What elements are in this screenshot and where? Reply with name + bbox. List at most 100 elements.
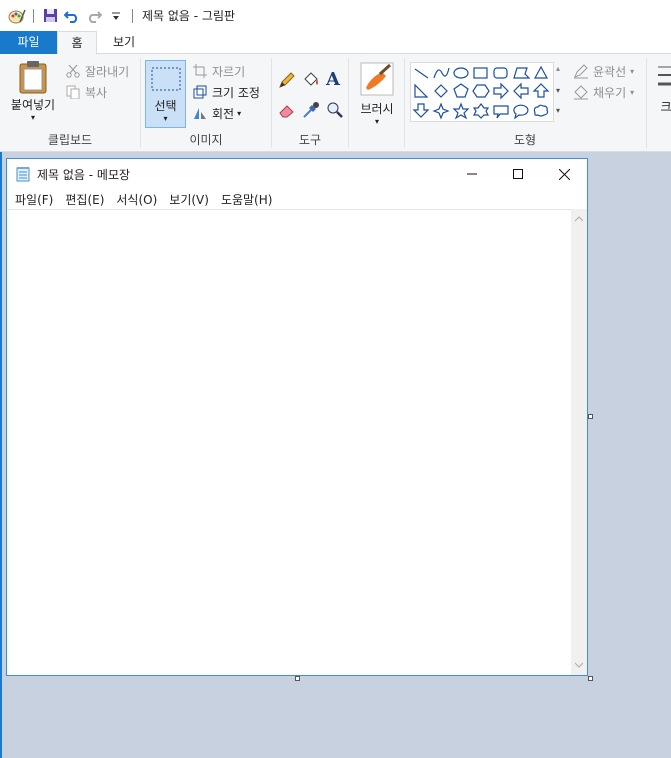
fill-bucket-icon[interactable] (302, 71, 320, 89)
brush-icon (360, 62, 394, 96)
brushes-button[interactable]: 브러시 ▾ (355, 62, 399, 126)
shapes-group-label: 도형 (513, 133, 537, 147)
eraser-icon[interactable] (278, 101, 296, 119)
minimize-icon[interactable] (449, 159, 495, 189)
chevron-down-icon: ▾ (630, 66, 635, 76)
rotate-button[interactable]: 회전 ▾ (191, 104, 241, 122)
notepad-menu-file[interactable]: 파일(F) (9, 191, 59, 208)
right-triangle-shape-icon (414, 83, 429, 98)
resize-button[interactable]: 크기 조정 (191, 83, 260, 101)
left-arrow-shape-icon (513, 82, 529, 100)
copy-label: 복사 (85, 85, 108, 100)
selection-rectangle-icon (151, 67, 180, 91)
clipboard-group-label: 클립보드 (47, 133, 93, 147)
four-point-star-shape-icon (432, 102, 450, 120)
save-icon[interactable] (39, 5, 61, 27)
canvas-resize-handle-right[interactable] (588, 414, 593, 419)
ribbon: 붙여넣기 ▾ 잘라내기 복사 클립보드 이미지 선택 ▾ 자르기 크기 조정 회… (0, 54, 671, 152)
fill-button[interactable]: 채우기 ▾ (572, 83, 634, 101)
up-arrow-shape-icon (532, 83, 550, 98)
copy-button[interactable]: 복사 (64, 83, 107, 101)
paste-button[interactable]: 붙여넣기 ▾ (8, 60, 58, 122)
notepad-text-area[interactable] (7, 209, 571, 675)
line-thickness-icon (658, 66, 671, 86)
cloud-callout-shape-icon (533, 104, 549, 117)
quick-access-toolbar (0, 0, 138, 31)
outline-button[interactable]: 윤곽선 ▾ (572, 62, 634, 80)
size-button[interactable]: 크 (654, 62, 671, 115)
notepad-menu-bar: 파일(F) 편집(E) 서식(O) 보기(V) 도움말(H) (7, 189, 587, 209)
canvas-notepad-image[interactable]: 제목 없음 - 메모장 파일(F) 편집(E) 서식(O) 보기(V) 도움말(… (6, 158, 588, 676)
crop-icon (191, 62, 209, 80)
crop-label: 자르기 (212, 64, 246, 79)
rectangle-shape-icon (473, 67, 488, 79)
select-label: 선택 (154, 99, 177, 113)
group-separator (646, 58, 647, 148)
scroll-up-icon[interactable]: ▴ (556, 64, 560, 73)
undo-icon[interactable] (61, 5, 83, 27)
right-arrow-shape-icon (493, 82, 509, 100)
scissors-icon (64, 62, 82, 80)
notepad-menu-format[interactable]: 서식(O) (110, 191, 163, 208)
paste-label: 붙여넣기 (10, 98, 56, 112)
notepad-menu-edit[interactable]: 편집(E) (59, 191, 110, 208)
scroll-down-icon[interactable]: ▾ (556, 86, 560, 95)
window-title: 제목 없음 - 그림판 (142, 9, 236, 23)
select-button[interactable]: 선택 ▾ (145, 60, 186, 128)
copy-icon (64, 83, 82, 101)
brushes-label: 브러시 (360, 102, 394, 116)
cut-label: 잘라내기 (85, 64, 130, 79)
close-icon[interactable] (541, 159, 587, 189)
fill-icon (572, 83, 590, 101)
paint-app-icon[interactable] (6, 5, 28, 27)
color-picker-icon[interactable] (302, 101, 320, 119)
outline-label: 윤곽선 (593, 64, 627, 79)
notepad-vertical-scrollbar[interactable] (571, 209, 587, 675)
hexagon-shape-icon (472, 84, 490, 98)
workspace-left-edge (0, 152, 2, 758)
notepad-title-bar: 제목 없음 - 메모장 (7, 159, 587, 189)
notepad-title: 제목 없음 - 메모장 (37, 167, 131, 182)
tab-view[interactable]: 보기 (97, 31, 151, 54)
magnifier-icon[interactable] (326, 101, 344, 119)
maximize-icon[interactable] (495, 159, 541, 189)
tools-group-label: 도구 (298, 133, 322, 147)
crop-button[interactable]: 자르기 (191, 62, 245, 80)
rotate-icon (191, 104, 209, 122)
shapes-gallery-scrollbar[interactable]: ▴ ▾ ▾ (553, 62, 567, 122)
pencil-icon[interactable] (278, 71, 296, 89)
separator (33, 8, 34, 23)
text-tool-icon[interactable]: A (326, 69, 340, 90)
redo-icon[interactable] (83, 5, 105, 27)
rounded-rectangle-shape-icon (493, 67, 508, 79)
separator (132, 8, 133, 23)
scroll-up-icon[interactable] (571, 211, 587, 227)
notepad-menu-help[interactable]: 도움말(H) (215, 191, 279, 208)
chevron-down-icon: ▾ (630, 87, 635, 97)
cut-button[interactable]: 잘라내기 (64, 62, 129, 80)
size-label: 크 (660, 100, 671, 114)
expand-gallery-icon[interactable]: ▾ (556, 106, 560, 115)
title-bar: 제목 없음 - 그림판 (0, 0, 671, 31)
fill-label: 채우기 (593, 85, 627, 100)
scroll-down-icon[interactable] (571, 657, 587, 673)
line-shape-icon (414, 68, 429, 79)
image-group-label: 이미지 (189, 133, 223, 147)
rotate-label: 회전 (212, 106, 235, 121)
tab-file[interactable]: 파일 (0, 31, 57, 54)
ribbon-tabs: 파일 홈 보기 (0, 31, 671, 55)
canvas-resize-handle-corner[interactable] (588, 676, 593, 681)
pentagon-shape-icon (453, 83, 469, 98)
notepad-menu-view[interactable]: 보기(V) (163, 191, 215, 208)
clipboard-icon (19, 61, 47, 94)
triangle-shape-icon (533, 65, 549, 79)
chevron-down-icon: ▾ (237, 108, 242, 118)
customize-toolbar-icon[interactable] (105, 5, 127, 27)
oval-callout-shape-icon (513, 104, 529, 120)
resize-label: 크기 조정 (212, 85, 260, 100)
curve-shape-icon (433, 67, 450, 79)
canvas-resize-handle-bottom[interactable] (295, 676, 300, 681)
clipboard-group: 붙여넣기 ▾ 잘라내기 복사 클립보드 (0, 54, 140, 152)
tab-home[interactable]: 홈 (57, 31, 97, 55)
resize-icon (191, 83, 209, 101)
